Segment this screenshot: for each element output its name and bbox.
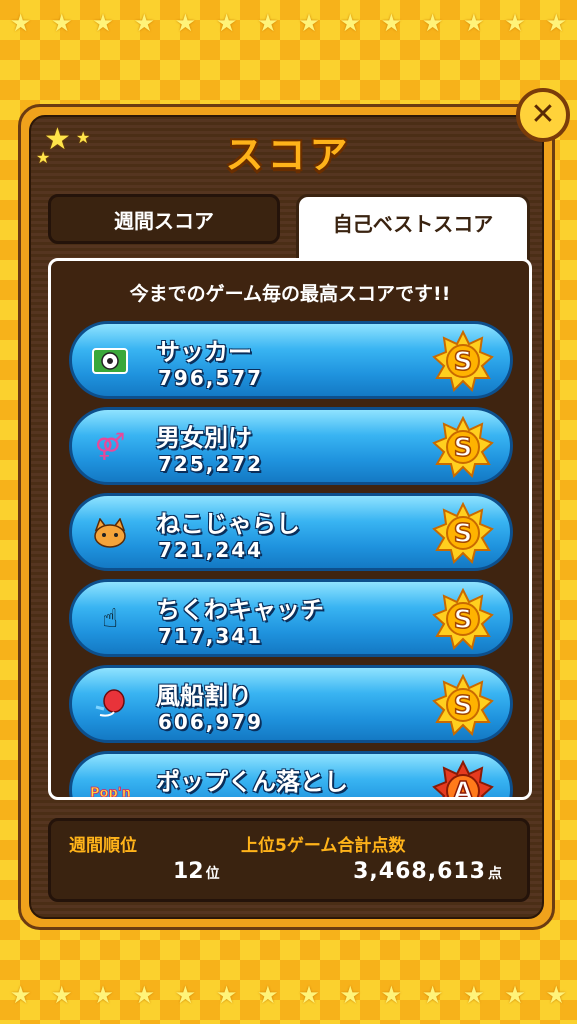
star-icon: ★ (9, 9, 32, 37)
star-icon: ★ (174, 9, 197, 37)
game-name: ちくわキャッチ (156, 596, 324, 624)
game-score: 606,979 (158, 710, 264, 734)
star-icon: ★ (545, 981, 567, 1009)
balloon-icon (90, 688, 130, 722)
total-number: 3,468,613 (353, 859, 486, 884)
rank-s-badge-icon: S (432, 674, 494, 736)
top5-total-value: 3,468,613 点 (353, 859, 503, 884)
game-score: 725,272 (158, 452, 264, 476)
rank-s-badge-icon: S (432, 588, 494, 650)
star-icon: ★ (215, 9, 238, 37)
game-score: 796,577 (158, 366, 264, 390)
game-score: 721,244 (158, 538, 264, 562)
close-button[interactable]: ✕ (516, 88, 570, 142)
star-icon: ★ (133, 981, 155, 1009)
star-icon: ★ (92, 9, 114, 37)
star-icon: ★ (257, 9, 279, 37)
rank-unit: 位 (205, 866, 220, 882)
rank-letter: S (454, 433, 473, 463)
star-icon: ★ (380, 981, 403, 1009)
dialog-title: スコア (225, 133, 352, 177)
list-subtitle: 今までのゲーム毎の最高スコアです!! (129, 283, 451, 305)
star-icon: ★ (504, 981, 526, 1009)
star-icon: ★ (215, 981, 238, 1009)
star-icon: ★ (92, 981, 114, 1009)
star-icon: ★ (51, 981, 73, 1009)
game-name: サッカー (156, 338, 252, 366)
star-icon: ★ (339, 981, 361, 1009)
game-name: ポップくん落とし (156, 768, 348, 796)
star-icon: ★ (421, 981, 444, 1009)
star-icon: ★ (51, 9, 73, 37)
rank-letter: A (453, 777, 473, 800)
game-row-popkun-drop[interactable]: Pop'n ポップくん落とし A (69, 751, 513, 800)
game-score: 717,341 (158, 624, 264, 648)
game-row-gender-sort[interactable]: ⚤ 男女別け 725,272 S (69, 407, 513, 485)
star-icon: ★ (339, 9, 361, 37)
game-name: 風船割り (156, 682, 252, 710)
rank-s-badge-icon: S (432, 416, 494, 478)
rank-s-badge-icon: S (432, 330, 494, 392)
best-score-list-panel[interactable]: 今までのゲーム毎の最高スコアです!! サッカー 796,577 S ⚤ 男女別け… (48, 258, 532, 800)
game-row-soccer[interactable]: サッカー 796,577 S (69, 321, 513, 399)
rank-letter: S (454, 347, 473, 377)
weekly-rank-label: 週間順位 (69, 836, 137, 856)
cat-face-icon (90, 516, 130, 550)
gender-symbols-icon: ⚤ (94, 432, 126, 462)
star-icon: ★ (298, 981, 320, 1009)
game-row-balloon-pop[interactable]: 風船割り 606,979 S (69, 665, 513, 743)
star-icon: ★ (257, 981, 279, 1009)
svg-text:Pop'n: Pop'n (90, 786, 130, 800)
total-unit: 点 (488, 866, 503, 882)
decorative-star-row-bottom: ★ ★ ★ ★ ★ ★ ★ ★ ★ ★ ★ ★ ★ ★ (0, 972, 577, 1018)
game-row-chikuwa-catch[interactable]: ☝ ちくわキャッチ 717,341 S (69, 579, 513, 657)
game-row-cat-teaser[interactable]: ねこじゃらし 721,244 S (69, 493, 513, 571)
soccer-field-icon (90, 344, 130, 378)
tab-label: 自己ベストスコア (332, 212, 494, 236)
rank-letter: S (454, 691, 473, 721)
popn-logo-icon: Pop'n (90, 774, 130, 800)
game-name: 男女別け (156, 424, 252, 452)
star-icon: ★ (463, 981, 485, 1009)
star-icon: ★ (545, 9, 567, 37)
decorative-star-row-top: ★ ★ ★ ★ ★ ★ ★ ★ ★ ★ ★ ★ ★ ★ (0, 0, 577, 46)
close-icon: ✕ (530, 97, 556, 132)
star-icon: ★ (380, 9, 403, 37)
rank-number: 12 (173, 859, 204, 884)
weekly-rank-value: 12 位 (173, 859, 220, 884)
star-icon: ★ (504, 9, 526, 37)
rank-letter: S (454, 519, 473, 549)
game-name: ねこじゃらし (156, 510, 300, 538)
rank-s-badge-icon: S (432, 502, 494, 564)
tab-weekly-score[interactable]: 週間スコア (48, 194, 280, 244)
star-icon: ★ (174, 981, 197, 1009)
pointing-hand-icon: ☝ (102, 604, 118, 634)
rank-a-badge-icon: A (432, 760, 494, 800)
star-icon: ★ (9, 981, 32, 1009)
tab-personal-best[interactable]: 自己ベストスコア (296, 194, 530, 262)
star-icon: ★ (463, 9, 485, 37)
star-icon: ★ (298, 9, 320, 37)
star-icon: ★ (133, 9, 155, 37)
star-icon: ★ (421, 9, 444, 37)
summary-footer: 週間順位 上位5ゲーム合計点数 12 位 3,468,613 点 (48, 818, 530, 902)
rank-letter: S (454, 605, 473, 635)
top5-total-label: 上位5ゲーム合計点数 (241, 836, 406, 856)
